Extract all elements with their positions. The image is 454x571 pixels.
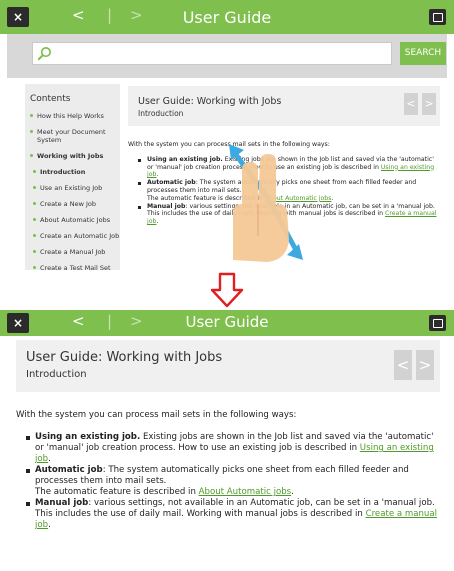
search-button[interactable]: SEARCH	[400, 42, 446, 65]
list-item: Automatic job: The system automatically …	[138, 179, 440, 202]
list-item: Manual job: various settings, not availa…	[26, 498, 440, 531]
contents-sidebar: Contents How this Help Works Meet your D…	[25, 84, 120, 272]
search-input[interactable]	[32, 42, 392, 65]
intro-text: With the system you can process mail set…	[16, 410, 297, 420]
sidebar-item-create-manual-job[interactable]: Create a Manual Job	[33, 248, 120, 256]
exit-icon[interactable]	[429, 9, 446, 25]
sidebar-item-how-this-help-works[interactable]: How this Help Works	[30, 112, 120, 120]
page-title: User Guide: Working with Jobs	[26, 350, 223, 365]
next-page-button[interactable]: >	[422, 93, 436, 115]
previous-page-button[interactable]: <	[394, 350, 412, 380]
window-title: User Guide	[185, 313, 269, 331]
screenshot-after: × < | > User Guide User Guide: Working w…	[0, 310, 454, 571]
search-panel: SEARCH	[7, 34, 447, 78]
next-page-button[interactable]: >	[416, 350, 434, 380]
page-header: User Guide: Working with Jobs Introducti…	[128, 86, 440, 126]
sidebar-item-working-with-jobs[interactable]: Working with Jobs	[30, 152, 120, 160]
sidebar-item-create-new-job[interactable]: Create a New Job	[33, 200, 120, 208]
page-title: User Guide: Working with Jobs	[138, 96, 282, 107]
down-arrow-icon	[210, 272, 244, 308]
title-bar: × < | > User Guide	[0, 0, 454, 34]
sidebar-item-create-automatic-job[interactable]: Create an Automatic Job	[33, 232, 120, 240]
intro-text: With the system you can process mail set…	[128, 141, 330, 148]
exit-icon[interactable]	[429, 315, 446, 331]
link-about-automatic-jobs[interactable]: About Automatic jobs	[265, 195, 332, 202]
screenshot-before: × < | > User Guide SEARCH Contents How t…	[0, 0, 454, 272]
link-about-automatic-jobs[interactable]: About Automatic jobs	[199, 487, 292, 497]
title-bar: × < | > User Guide	[0, 310, 454, 336]
sidebar-item-create-test-mail-set[interactable]: Create a Test Mail Set	[33, 264, 120, 272]
contents-heading: Contents	[30, 94, 71, 104]
list-item: Automatic job: The system automatically …	[26, 465, 440, 498]
page-body: With the system you can process mail set…	[128, 141, 440, 226]
window-title: User Guide	[182, 8, 272, 27]
search-icon	[37, 47, 51, 61]
page-header: User Guide: Working with Jobs Introducti…	[16, 340, 440, 392]
list-item: Manual job: various settings, not availa…	[138, 203, 440, 226]
sidebar-item-meet-your-document-system[interactable]: Meet your Document System	[30, 128, 120, 144]
page-subtitle: Introduction	[138, 109, 184, 118]
previous-page-button[interactable]: <	[404, 93, 418, 115]
page-subtitle: Introduction	[26, 369, 87, 380]
sidebar-item-use-existing-job[interactable]: Use an Existing Job	[33, 184, 120, 192]
list-item: Using an existing job. Existing jobs are…	[138, 156, 440, 179]
sidebar-item-introduction[interactable]: Introduction	[33, 168, 120, 176]
sidebar-item-about-automatic-jobs[interactable]: About Automatic Jobs	[33, 216, 120, 224]
list-item: Using an existing job. Existing jobs are…	[26, 432, 440, 465]
page-body: With the system you can process mail set…	[16, 410, 440, 531]
